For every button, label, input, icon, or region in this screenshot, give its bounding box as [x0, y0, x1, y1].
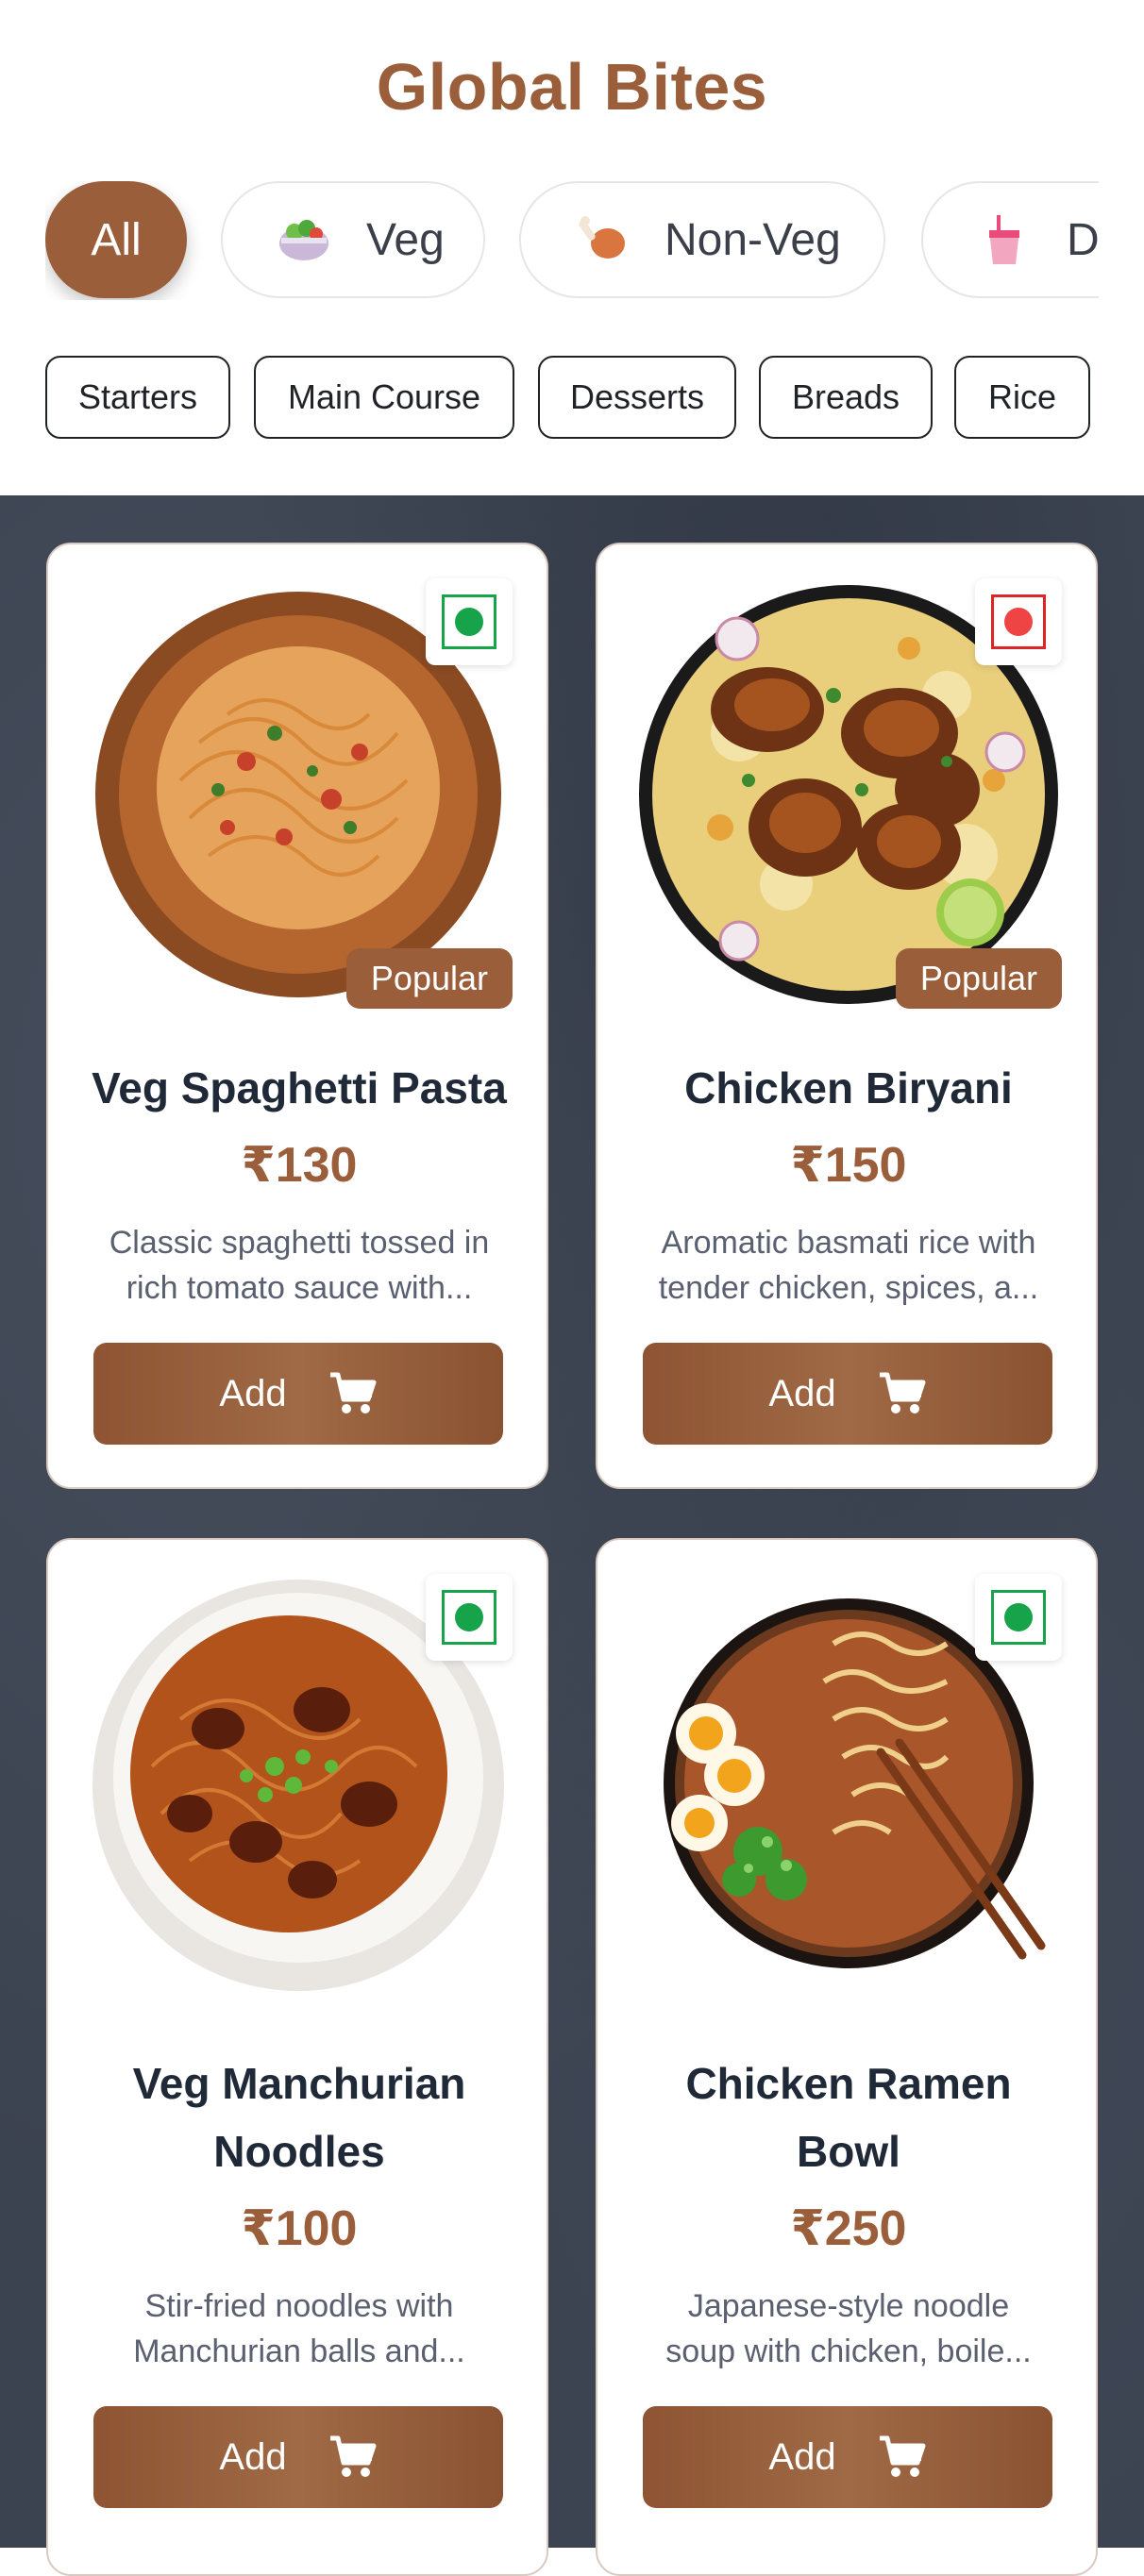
- description-line: Aromatic basmati rice with: [661, 1225, 1036, 1261]
- item-name-line: Veg Manchurian: [132, 2059, 466, 2108]
- menu-card: Popular Veg Spaghetti Pasta ₹130 Classic…: [46, 543, 548, 1489]
- item-price: ₹250: [790, 2201, 907, 2256]
- drink-cup-icon: [974, 209, 1035, 270]
- item-price: ₹100: [241, 2201, 358, 2256]
- filter-chip-veg[interactable]: Veg: [221, 181, 485, 298]
- filter-chip-label: Non-Veg: [665, 214, 841, 265]
- add-button-label: Add: [768, 1372, 836, 1414]
- chicken-leg-icon: [572, 209, 632, 270]
- filter-chip-label: Veg: [366, 214, 445, 265]
- description-line: Classic spaghetti tossed in: [109, 1225, 490, 1261]
- description-line: Manchurian balls and...: [133, 2333, 465, 2369]
- description-line: tender chicken, spices, a...: [658, 1270, 1039, 1306]
- veg-indicator-icon: [426, 578, 513, 665]
- tab-starters[interactable]: Starters: [45, 356, 230, 439]
- tab-breads[interactable]: Breads: [759, 356, 933, 439]
- filter-chip-all[interactable]: All: [45, 181, 187, 298]
- add-to-cart-button[interactable]: Add: [643, 2406, 1052, 2508]
- description-line: Stir-fried noodles with: [144, 2288, 454, 2324]
- item-description: Japanese-style noodle soup with chicken,…: [635, 2283, 1062, 2374]
- veg-indicator-icon: [975, 1574, 1062, 1661]
- tab-rice[interactable]: Rice: [954, 356, 1090, 439]
- item-description: Aromatic basmati rice with tender chicke…: [635, 1220, 1062, 1311]
- add-to-cart-button[interactable]: Add: [93, 1343, 503, 1445]
- add-button-label: Add: [219, 2435, 287, 2478]
- item-name: Chicken Ramen Bowl: [616, 2049, 1081, 2185]
- item-name-line: Chicken Ramen: [685, 2059, 1012, 2108]
- item-price: ₹130: [241, 1138, 358, 1193]
- item-name-line: Bowl: [797, 2127, 900, 2176]
- filter-chip-label: All: [91, 214, 142, 265]
- item-price: ₹150: [790, 1138, 907, 1193]
- item-name-line: Noodles: [213, 2127, 385, 2176]
- item-name: Veg Manchurian Noodles: [67, 2049, 531, 2185]
- app-title: Global Bites: [376, 50, 768, 124]
- tab-desserts[interactable]: Desserts: [538, 356, 736, 439]
- item-description: Stir-fried noodles with Manchurian balls…: [86, 2283, 513, 2374]
- item-name: Chicken Biryani: [684, 1063, 1013, 1112]
- veg-indicator-icon: [426, 1574, 513, 1661]
- filter-chip-non-veg[interactable]: Non-Veg: [519, 181, 885, 298]
- filter-chip-label: Dr: [1067, 214, 1099, 265]
- tab-main-course[interactable]: Main Course: [254, 356, 514, 439]
- add-button-label: Add: [768, 2435, 836, 2478]
- description-line: rich tomato sauce with...: [126, 1270, 473, 1306]
- popular-badge: Popular: [895, 948, 1062, 1009]
- filter-chips: All Veg Non-Veg Dr: [45, 181, 1099, 300]
- description-line: Japanese-style noodle: [687, 2288, 1010, 2324]
- cart-icon: [329, 2435, 377, 2477]
- popular-badge: Popular: [345, 948, 513, 1009]
- header: Global Bites All Veg Non-Veg Dr Starters…: [0, 0, 1144, 495]
- add-to-cart-button[interactable]: Add: [643, 1343, 1052, 1445]
- cart-icon: [879, 1372, 926, 1413]
- description-line: soup with chicken, boile...: [665, 2333, 1032, 2369]
- cart-icon: [879, 2435, 926, 2477]
- add-to-cart-button[interactable]: Add: [93, 2406, 503, 2508]
- menu-card: Veg Manchurian Noodles ₹100 Stir-fried n…: [46, 1538, 548, 2576]
- add-button-label: Add: [219, 1372, 287, 1414]
- cart-icon: [329, 1372, 377, 1413]
- non-veg-indicator-icon: [975, 578, 1062, 665]
- category-tabs: Starters Main Course Desserts Breads Ric…: [45, 356, 1102, 439]
- menu-card: Popular Chicken Biryani ₹150 Aromatic ba…: [596, 543, 1098, 1489]
- menu-card: Chicken Ramen Bowl ₹250 Japanese-style n…: [596, 1538, 1098, 2576]
- item-description: Classic spaghetti tossed in rich tomato …: [86, 1220, 513, 1311]
- item-name: Veg Spaghetti Pasta: [92, 1063, 507, 1112]
- salad-bowl-icon: [274, 209, 334, 270]
- filter-chip-drinks[interactable]: Dr: [921, 181, 1099, 298]
